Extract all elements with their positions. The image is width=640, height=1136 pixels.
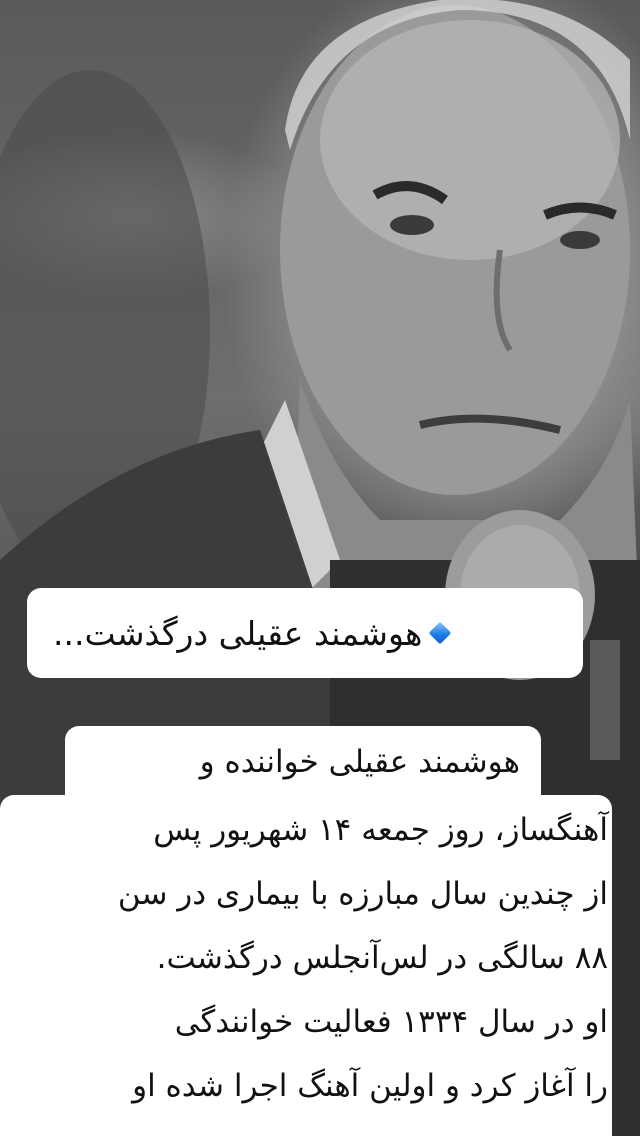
body-line: ۸۸ سالگی در لس‌آنجلس درگذشت. xyxy=(156,940,608,976)
body-line: آهنگساز، روز جمعه ۱۴ شهریور پس xyxy=(153,812,608,848)
body-line: او در سال ۱۳۳۴ فعالیت خوانندگی xyxy=(174,1004,608,1040)
body-line: هوشمند عقیلی خواننده و xyxy=(199,744,520,780)
body-line: را آغاز کرد و اولین آهنگ اجرا شده او xyxy=(132,1068,608,1104)
body-text: هوشمند عقیلی خواننده و آهنگساز، روز جمعه… xyxy=(0,0,640,1136)
body-line: از چندین سال مبارزه با بیماری در سن xyxy=(117,876,608,912)
